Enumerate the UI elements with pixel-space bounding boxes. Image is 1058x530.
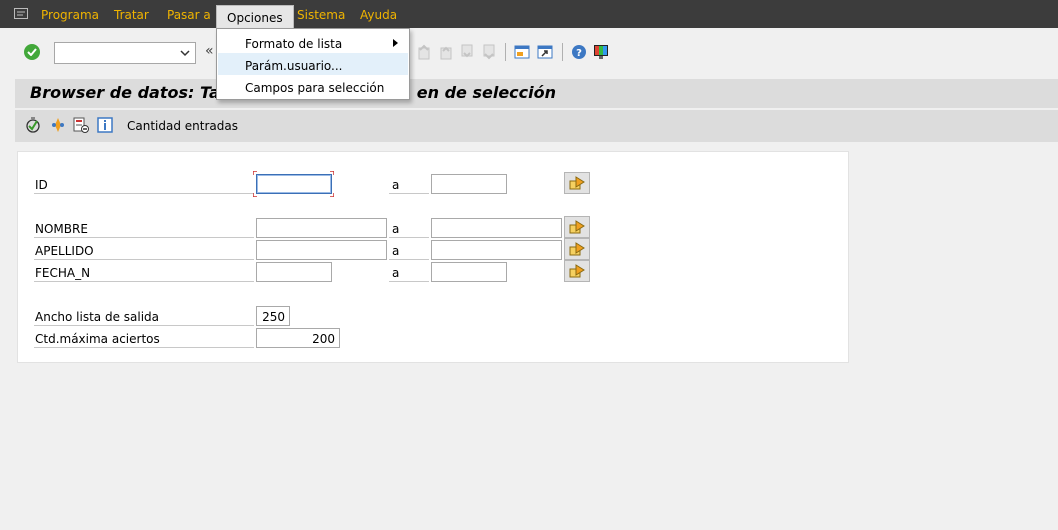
title-bar: Browser de datos: Ta en de selección <box>15 79 1058 108</box>
multiple-selection-icon <box>569 242 585 256</box>
delete-selection-icon[interactable] <box>73 117 89 133</box>
svg-text:?: ? <box>576 48 582 59</box>
focus-corner-icon <box>253 171 257 175</box>
command-field[interactable] <box>54 42 196 64</box>
to-label: a <box>389 262 429 282</box>
enter-check-icon[interactable] <box>24 44 40 60</box>
menu-bar: Programa Tratar Pasar a Opciones Sistema… <box>0 0 1058 28</box>
id-from-input[interactable] <box>256 174 332 194</box>
next-page-icon[interactable] <box>459 44 475 60</box>
selection-screen-panel: ID a NOMBRE a APELLIDO a FECHA_N a Ancho… <box>17 151 849 363</box>
multiple-selection-icon <box>569 176 585 190</box>
nombre-from-input[interactable] <box>256 218 387 238</box>
id-to-input[interactable] <box>431 174 507 194</box>
options-dropdown-menu: Formato de lista Parám.usuario... Campos… <box>216 28 410 100</box>
focus-corner-icon <box>330 171 334 175</box>
toolbar-separator <box>505 43 506 61</box>
menu-item-user-parameters[interactable]: Parám.usuario... <box>218 53 408 75</box>
multiple-selection-button-fecha-n[interactable] <box>564 260 590 282</box>
selection-options-icon[interactable] <box>50 117 66 133</box>
toolbar-separator <box>562 43 563 61</box>
fecha-n-to-input[interactable] <box>431 262 507 282</box>
max-hits-input[interactable]: 200 <box>256 328 340 348</box>
standard-toolbar: « ? <box>0 28 1058 76</box>
field-label-nombre: NOMBRE <box>34 218 254 238</box>
field-label-fecha-n: FECHA_N <box>34 262 254 282</box>
chevron-down-icon[interactable] <box>179 47 191 59</box>
previous-page-icon[interactable] <box>438 44 454 60</box>
shortcut-icon[interactable] <box>537 44 553 60</box>
last-page-icon[interactable] <box>481 44 497 60</box>
fecha-n-from-input[interactable] <box>256 262 332 282</box>
execute-icon[interactable] <box>25 117 41 133</box>
menu-item-list-format[interactable]: Formato de lista <box>218 31 408 53</box>
menu-programa[interactable]: Programa <box>41 8 99 22</box>
first-page-icon[interactable] <box>416 44 432 60</box>
apellido-to-input[interactable] <box>431 240 562 260</box>
number-of-entries-button[interactable]: Cantidad entradas <box>127 119 238 133</box>
output-width-input[interactable]: 250 <box>256 306 290 326</box>
application-toolbar: Cantidad entradas <box>15 110 1058 142</box>
to-label: a <box>389 218 429 238</box>
field-label-id: ID <box>34 174 254 194</box>
submenu-arrow-icon <box>393 39 398 47</box>
menu-sistema[interactable]: Sistema <box>297 8 345 22</box>
menu-tratar[interactable]: Tratar <box>114 8 149 22</box>
menu-pasar-a[interactable]: Pasar a <box>167 8 211 22</box>
help-icon[interactable]: ? <box>571 44 587 60</box>
field-label-output-width: Ancho lista de salida <box>34 306 254 326</box>
new-session-icon[interactable] <box>514 44 530 60</box>
field-label-max-hits: Ctd.máxima aciertos <box>34 328 254 348</box>
multiple-selection-button-apellido[interactable] <box>564 238 590 260</box>
customize-layout-icon[interactable] <box>593 44 609 60</box>
multiple-selection-button-id[interactable] <box>564 172 590 194</box>
info-icon[interactable] <box>97 117 113 133</box>
multiple-selection-button-nombre[interactable] <box>564 216 590 238</box>
menu-item-selection-fields[interactable]: Campos para selección <box>218 75 408 97</box>
system-menu-icon[interactable] <box>14 8 28 19</box>
to-label: a <box>389 174 429 194</box>
collapse-icon[interactable]: « <box>205 43 214 59</box>
focus-corner-icon <box>253 193 257 197</box>
multiple-selection-icon <box>569 220 585 234</box>
to-label: a <box>389 240 429 260</box>
field-label-apellido: APELLIDO <box>34 240 254 260</box>
multiple-selection-icon <box>569 264 585 278</box>
menu-opciones[interactable]: Opciones <box>216 5 294 28</box>
menu-ayuda[interactable]: Ayuda <box>360 8 397 22</box>
apellido-from-input[interactable] <box>256 240 387 260</box>
focus-corner-icon <box>330 193 334 197</box>
nombre-to-input[interactable] <box>431 218 562 238</box>
